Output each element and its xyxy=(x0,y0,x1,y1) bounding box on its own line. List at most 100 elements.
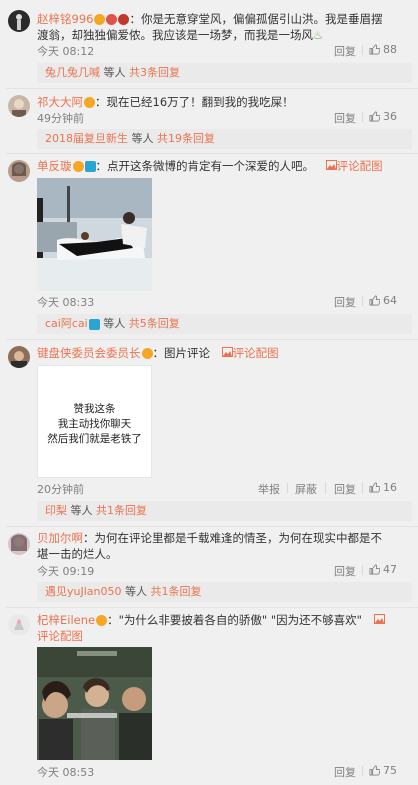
username[interactable]: 键盘侠委员会委员长 xyxy=(37,346,141,360)
comment-time: 今天 08:12 xyxy=(37,45,95,58)
like-button[interactable]: 88 xyxy=(369,43,397,56)
divider xyxy=(6,88,418,89)
comment-photo[interactable] xyxy=(37,647,152,760)
sub-reply-count[interactable]: 共5条回复 xyxy=(129,317,180,330)
sub-replies[interactable]: 遇见yuJlan050 等人 共1条回复 xyxy=(37,582,412,602)
avatar-image xyxy=(11,351,27,368)
like-button[interactable]: 47 xyxy=(369,563,397,576)
comment-time: 20分钟前 xyxy=(37,483,84,496)
like-button[interactable]: 16 xyxy=(369,481,397,494)
sub-replies[interactable]: 兔几兔几喊 等人 共3条回复 xyxy=(37,63,412,83)
like-button[interactable]: 75 xyxy=(369,764,397,777)
picture-icon xyxy=(325,159,337,173)
like-count: 88 xyxy=(383,43,397,56)
divider xyxy=(287,483,288,493)
reply-button[interactable]: 回复 xyxy=(334,110,356,126)
divider xyxy=(362,766,363,776)
picture-icon xyxy=(221,346,233,360)
comment-text: 贝加尔啊：为何在评论里都是千载难逢的情圣，为何在现实中都是不 xyxy=(37,531,382,545)
sub-reply-count[interactable]: 共1条回复 xyxy=(96,504,147,517)
avatar-image xyxy=(12,162,26,176)
username[interactable]: 赵梓铭996 xyxy=(37,12,93,26)
comment-picture-link[interactable]: 评论配图 xyxy=(37,629,83,643)
avatar[interactable] xyxy=(8,10,30,32)
divider xyxy=(362,112,363,122)
sub-reply-user[interactable]: 印梨 xyxy=(45,504,67,517)
sub-replies[interactable]: 2018届复旦新生 等人 共19条回复 xyxy=(37,129,412,149)
reply-button[interactable]: 回复 xyxy=(334,43,356,59)
sub-reply-mid: 等人 xyxy=(125,585,147,598)
sub-reply-mid: 等人 xyxy=(131,132,154,145)
sub-reply-user[interactable]: 遇见yuJlan050 xyxy=(45,585,122,598)
sub-replies[interactable]: cai阿cai 等人 共5条回复 xyxy=(37,314,412,334)
meme-text: 赞我这条 我主动找你聊天 然后我们就是老铁了 xyxy=(47,403,142,445)
sub-reply-mid: 等人 xyxy=(103,317,126,330)
comment-picture-link[interactable]: 评论配图 xyxy=(233,346,279,360)
report-button[interactable]: 举报 xyxy=(258,481,280,497)
username[interactable]: 贝加尔啊 xyxy=(37,531,83,545)
emoji-icon: ♨ xyxy=(313,28,324,42)
thumbs-up-icon xyxy=(369,765,380,776)
comment-text: 单反璇 ：点开这条微博的肯定有一个深爱的人吧。 评论配图 xyxy=(37,159,383,173)
thumbs-up-icon xyxy=(369,564,380,575)
divider xyxy=(6,339,418,340)
reply-button[interactable]: 回复 xyxy=(334,563,356,579)
sub-reply-count[interactable]: 共3条回复 xyxy=(129,66,180,79)
vip-icon xyxy=(118,14,130,25)
avatar-image xyxy=(12,99,26,117)
reply-button[interactable]: 回复 xyxy=(334,481,356,497)
comment-photo[interactable] xyxy=(37,178,152,291)
username[interactable]: 杞梓Eilene xyxy=(37,613,95,627)
comment-text-cont: 堪一击的烂人。 xyxy=(37,547,118,561)
divider xyxy=(325,483,326,493)
photo-image xyxy=(37,178,152,291)
avatar[interactable] xyxy=(8,533,30,555)
thumbs-up-icon xyxy=(369,295,380,306)
photo-image xyxy=(37,647,152,760)
level-icon xyxy=(106,14,118,25)
divider xyxy=(362,296,363,306)
avatar[interactable] xyxy=(8,614,30,636)
block-button[interactable]: 屏蔽 xyxy=(295,481,317,497)
comment-time: 今天 08:53 xyxy=(37,766,95,779)
sub-reply-count[interactable]: 共19条回复 xyxy=(157,132,215,145)
divider xyxy=(6,526,418,527)
comment-text: 杞梓Eilene ："为什么非要披着各自的骄傲" "因为还不够喜欢" xyxy=(37,612,385,628)
divider xyxy=(362,565,363,575)
username[interactable]: 单反璇 xyxy=(37,159,72,173)
reply-button[interactable]: 回复 xyxy=(334,294,356,310)
camera-icon xyxy=(88,318,100,330)
comment-picture-link[interactable]: 评论配图 xyxy=(337,159,383,173)
avatar-image xyxy=(11,534,27,551)
sub-replies[interactable]: 印梨 等人 共1条回复 xyxy=(37,501,412,521)
comment-time: 49分钟前 xyxy=(37,112,84,125)
picture-icon xyxy=(373,613,385,627)
vip-icon xyxy=(141,348,153,359)
comment-text-cont: 渡翁，却独独偏爱侬。我应该是一场梦，而我是一场风♨ xyxy=(37,28,324,42)
avatar[interactable] xyxy=(8,160,30,182)
thumbs-up-icon xyxy=(369,482,380,493)
comment-text: 祁大大阿 ：现在已经16万了！翻到我的我吃屎！ xyxy=(37,95,294,109)
username[interactable]: 祁大大阿 xyxy=(37,95,83,109)
sub-reply-mid: 等人 xyxy=(103,66,126,79)
divider xyxy=(362,483,363,493)
like-count: 16 xyxy=(383,481,397,494)
comment-text: 赵梓铭996 ：你是无意穿堂风，偏偏孤倨引山洪。我是垂眉摆 xyxy=(37,12,383,26)
sub-reply-user[interactable]: 兔几兔几喊 xyxy=(45,66,100,79)
verified-icon xyxy=(94,14,106,25)
thumbs-up-icon xyxy=(369,111,380,122)
divider xyxy=(6,153,418,154)
like-button[interactable]: 64 xyxy=(369,294,397,307)
like-count: 36 xyxy=(383,110,397,123)
sub-reply-count[interactable]: 共1条回复 xyxy=(151,585,202,598)
comment-time: 今天 08:33 xyxy=(37,296,95,309)
meme-image[interactable]: 赞我这条 我主动找你聊天 然后我们就是老铁了 xyxy=(37,365,152,478)
sub-reply-user[interactable]: 2018届复旦新生 xyxy=(45,132,128,145)
sub-reply-user[interactable]: cai阿cai xyxy=(45,317,88,330)
avatar[interactable] xyxy=(8,346,30,368)
like-button[interactable]: 36 xyxy=(369,110,397,123)
vip-icon xyxy=(96,615,108,626)
avatar[interactable] xyxy=(8,95,30,117)
like-count: 75 xyxy=(383,764,397,777)
reply-button[interactable]: 回复 xyxy=(334,764,356,780)
